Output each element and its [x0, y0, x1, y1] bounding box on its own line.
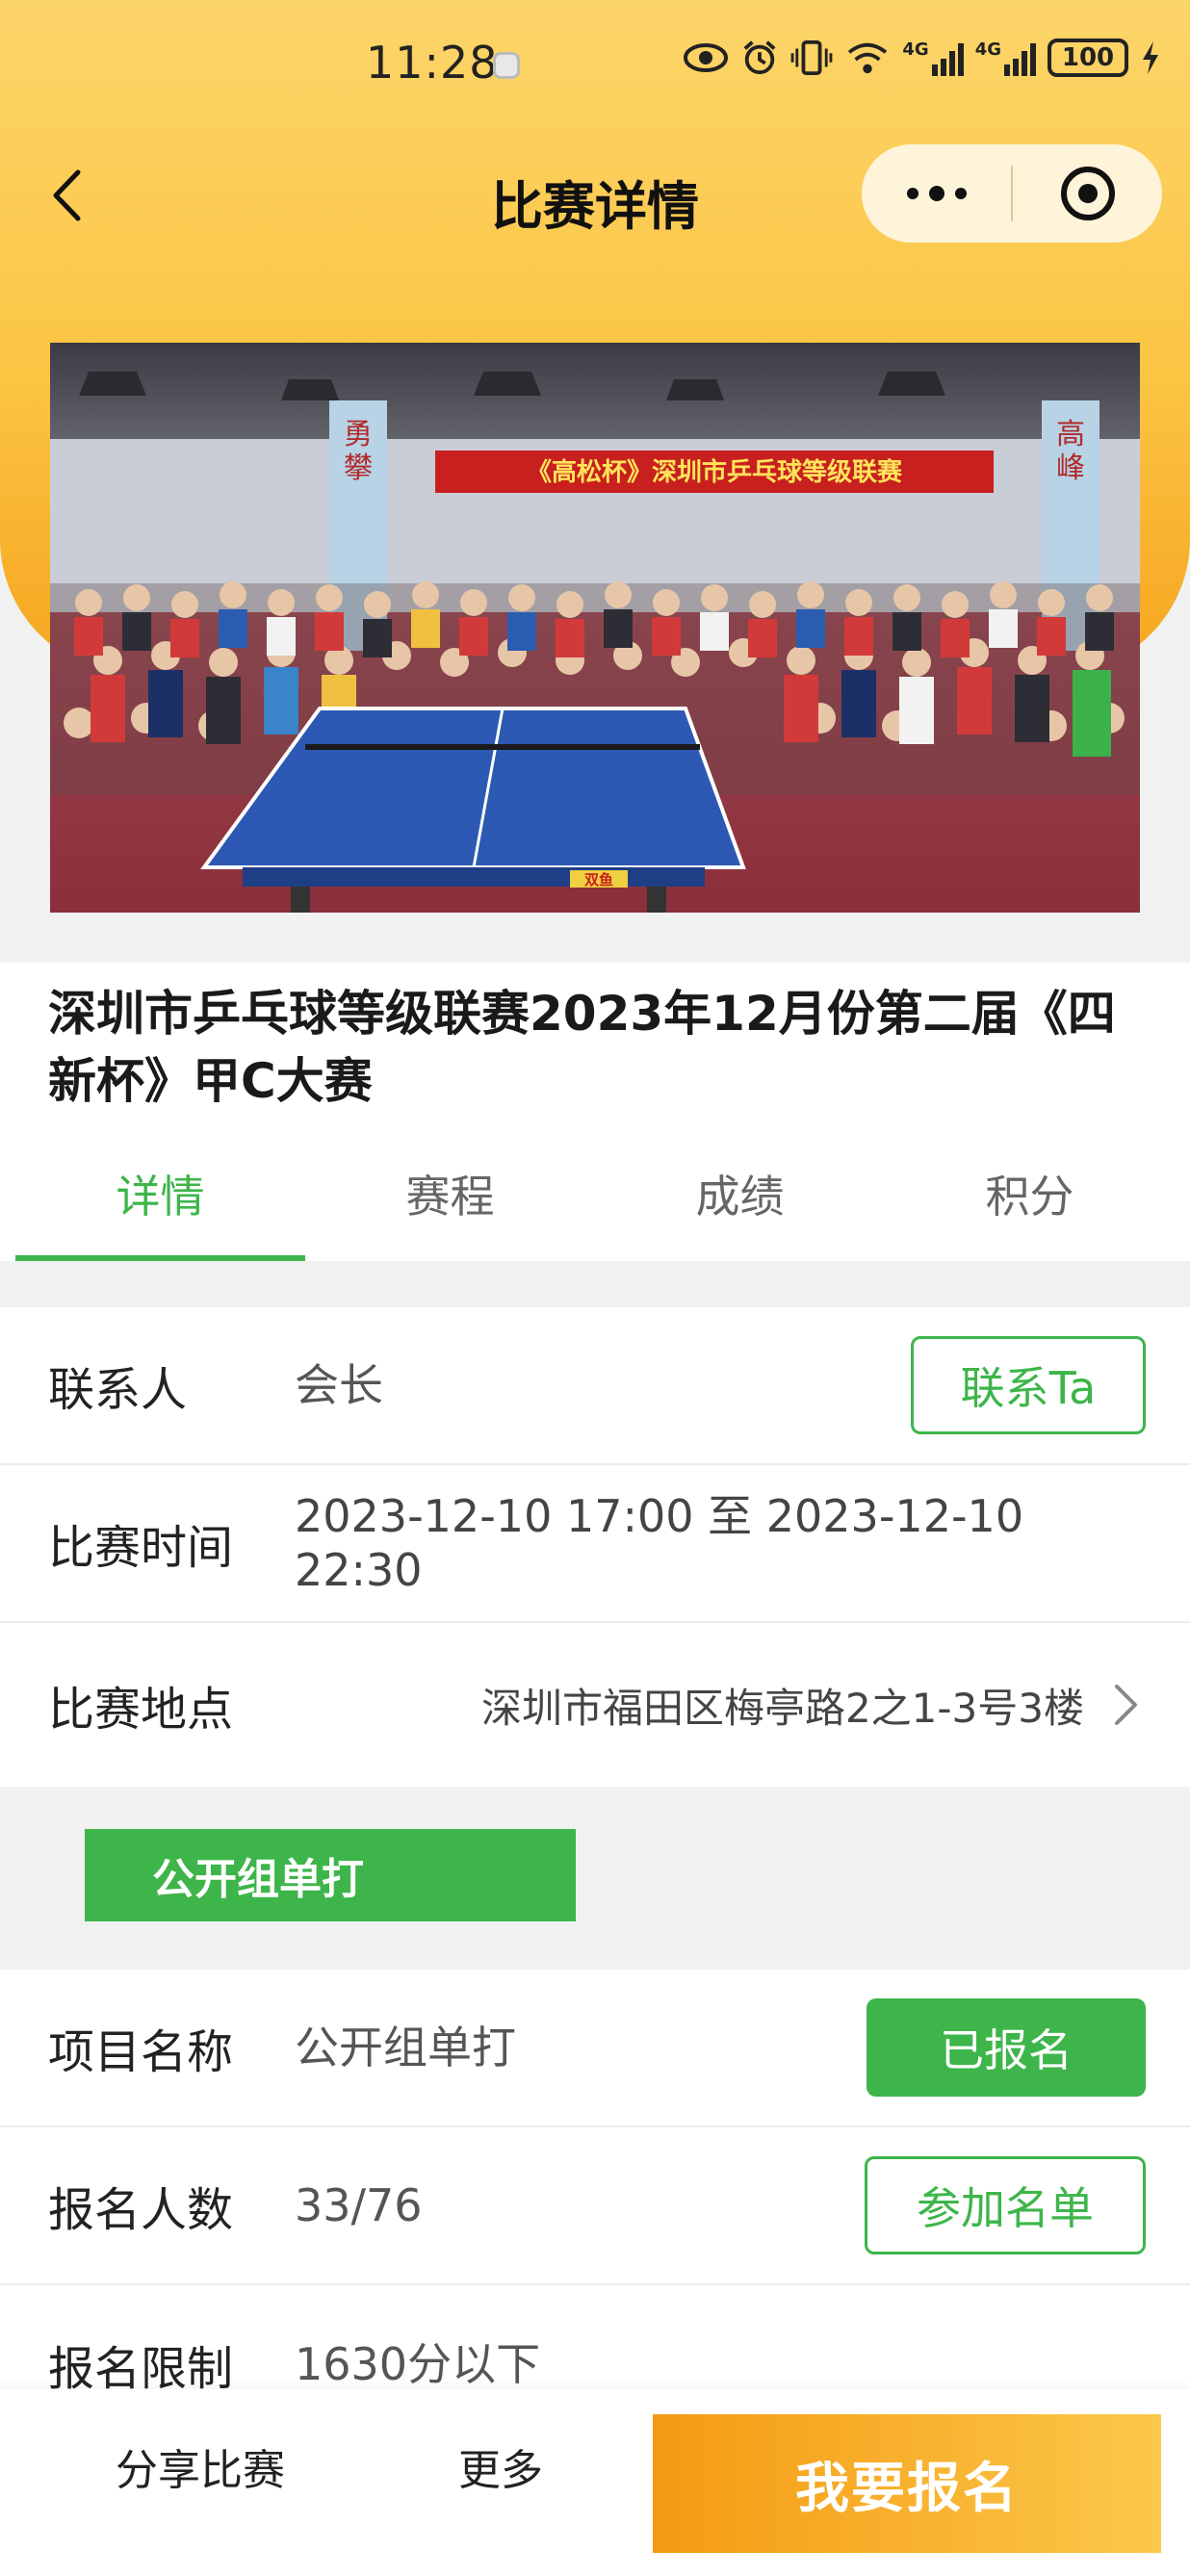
signup-button[interactable]: 我要报名 — [653, 2414, 1161, 2553]
battery-level: 100 — [1061, 43, 1115, 72]
tab-schedule[interactable]: 赛程 — [305, 1126, 595, 1261]
vibrate-icon — [791, 39, 833, 76]
event-time-row: 比赛时间 2023-12-10 17:00 至 2023-12-10 22:30 — [0, 1465, 1190, 1623]
more-menu-button[interactable] — [862, 144, 1011, 243]
pillar-left-text-2: 攀 — [344, 451, 373, 485]
battery-icon: 100 — [1048, 39, 1128, 77]
status-bar: 11:28 4G 4G 100 — [0, 0, 1190, 125]
status-time: 11:28 — [366, 37, 499, 89]
event-header-card: 深圳市乒乓球等级联赛2023年12月份第二届《四新杯》甲C大赛 详情 赛程 成绩… — [0, 963, 1190, 1261]
item-name-label: 项目名称 — [48, 2025, 234, 2079]
tab-details[interactable]: 详情 — [15, 1126, 305, 1261]
event-time-value: 2023-12-10 17:00 至 2023-12-10 22:30 — [295, 1490, 1024, 1596]
contact-label: 联系人 — [48, 1363, 188, 1417]
chevron-right-icon — [1115, 1685, 1137, 1725]
charging-icon — [1143, 41, 1158, 74]
more-dots-icon — [906, 186, 967, 201]
group-banner: 公开组单打 — [85, 1829, 576, 1921]
pillar-right-text-1: 高 — [1056, 418, 1085, 451]
participant-list-button[interactable]: 参加名单 — [865, 2156, 1146, 2254]
more-button[interactable]: 更多 — [458, 2435, 543, 2497]
event-title: 深圳市乒乓球等级联赛2023年12月份第二届《四新杯》甲C大赛 — [48, 986, 1116, 1109]
network-type-2: 4G — [974, 39, 1001, 60]
registration-limit-value: 1630分以下 — [295, 2338, 541, 2390]
registered-button[interactable]: 已报名 — [867, 1998, 1146, 2097]
pillar-left-text-1: 勇 — [344, 418, 373, 451]
contact-row: 联系人 会长 联系Ta — [0, 1307, 1190, 1465]
network-type-1: 4G — [902, 39, 929, 60]
pillar-right-text-2: 峰 — [1056, 451, 1085, 485]
status-icons: 4G 4G 100 — [683, 39, 1161, 77]
notification-icon — [493, 52, 520, 79]
bottom-action-bar: 分享比赛 更多 我要报名 — [0, 2389, 1190, 2576]
wifi-icon — [848, 42, 888, 74]
registrant-count-row: 报名人数 33/76 参加名单 — [0, 2127, 1190, 2285]
tab-points[interactable]: 积分 — [885, 1126, 1175, 1261]
event-photo: 勇 攀 高 峰 《高松杯》深圳市乒乓球等级联赛 双鱼 — [50, 343, 1140, 913]
close-mini-program-button[interactable] — [1013, 144, 1162, 243]
signal-2-icon: 4G — [975, 39, 1036, 76]
event-location-value: 深圳市福田区梅亭路2之1-3号3楼 — [480, 1684, 1084, 1732]
item-name-value: 公开组单打 — [295, 2022, 516, 2074]
registration-limit-label: 报名限制 — [48, 2342, 234, 2396]
event-info-section: 联系人 会长 联系Ta 比赛时间 2023-12-10 17:00 至 2023… — [0, 1307, 1190, 1787]
tab-results[interactable]: 成绩 — [595, 1126, 885, 1261]
event-location-label: 比赛地点 — [48, 1683, 234, 1737]
event-time-label: 比赛时间 — [48, 1521, 234, 1575]
share-event-button[interactable]: 分享比赛 — [116, 2435, 285, 2497]
photo-banner-text: 《高松杯》深圳市乒乓球等级联赛 — [527, 457, 903, 487]
table-brand-text: 双鱼 — [584, 871, 613, 889]
contact-value: 会长 — [295, 1359, 383, 1411]
event-location-row[interactable]: 比赛地点 深圳市福田区梅亭路2之1-3号3楼 — [0, 1623, 1190, 1787]
group-info-section: 项目名称 公开组单打 已报名 报名人数 33/76 参加名单 报名限制 1630… — [0, 1970, 1190, 2443]
target-icon — [1060, 167, 1115, 220]
mini-program-capsule — [862, 144, 1162, 243]
eye-icon — [684, 43, 729, 72]
registrant-count-label: 报名人数 — [48, 2183, 234, 2237]
tab-bar: 详情 赛程 成绩 积分 — [15, 1126, 1175, 1261]
alarm-icon — [743, 40, 776, 75]
registrant-count-value: 33/76 — [295, 2179, 423, 2231]
event-photo-illustration: 勇 攀 高 峰 《高松杯》深圳市乒乓球等级联赛 双鱼 — [50, 343, 1140, 913]
contact-button[interactable]: 联系Ta — [911, 1336, 1146, 1434]
signal-1-icon: 4G — [902, 39, 964, 76]
item-name-row: 项目名称 公开组单打 已报名 — [0, 1970, 1190, 2127]
